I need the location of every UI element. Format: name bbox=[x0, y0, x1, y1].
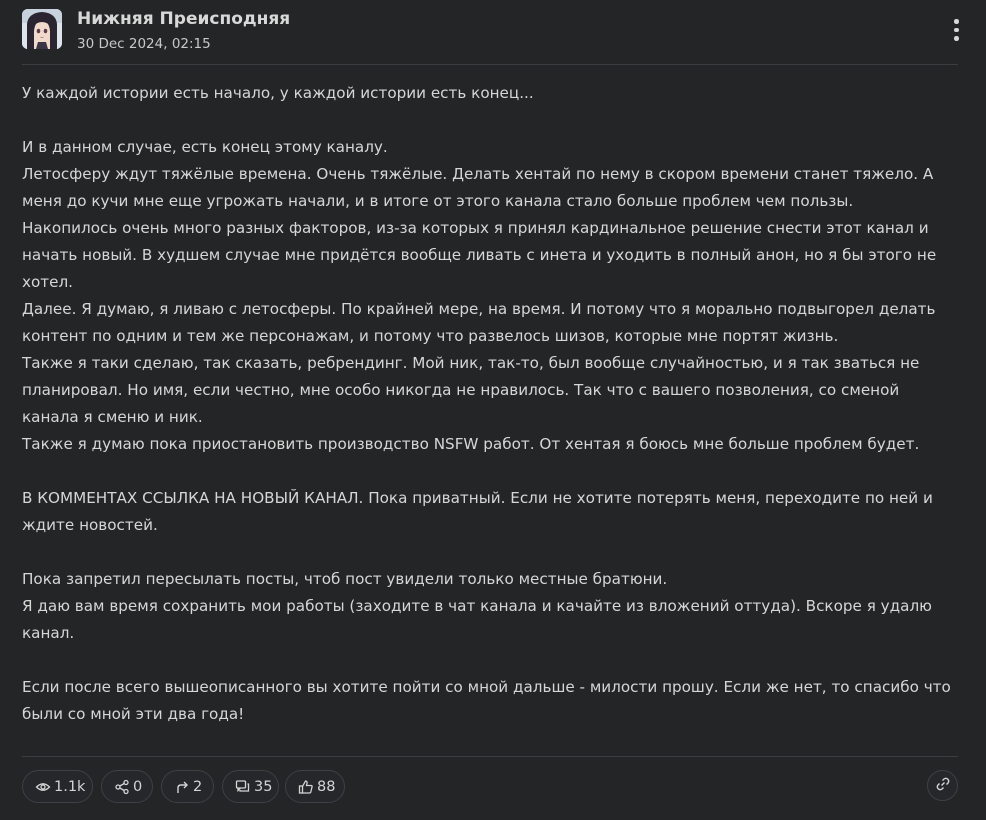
menu-dot bbox=[954, 36, 959, 41]
link-icon bbox=[935, 776, 951, 796]
paragraph-spacer bbox=[22, 458, 958, 485]
comments-icon bbox=[235, 779, 251, 795]
anime-girl-avatar-icon bbox=[22, 9, 62, 49]
channel-name[interactable]: Нижняя Преисподняя bbox=[77, 8, 290, 30]
eye-icon bbox=[35, 779, 51, 795]
channel-post: Нижняя Преисподняя 30 Dec 2024, 02:15 У … bbox=[0, 0, 986, 820]
views-count: 1.1k bbox=[54, 778, 86, 795]
forward-arrow-icon bbox=[174, 779, 190, 795]
forwards-count: 2 bbox=[193, 778, 203, 795]
copy-link-button[interactable] bbox=[927, 770, 958, 801]
post-paragraph: Пока запретил пересылать посты, чтоб пос… bbox=[22, 570, 668, 588]
post-paragraph: Накопилось очень много разных факторов, … bbox=[22, 219, 941, 291]
post-paragraph: Если после всего вышеописанного вы хотит… bbox=[22, 678, 956, 723]
post-header: Нижняя Преисподняя 30 Dec 2024, 02:15 bbox=[22, 8, 962, 58]
footer-divider bbox=[22, 756, 958, 757]
post-paragraph: У каждой истории есть начало, у каждой и… bbox=[22, 84, 534, 102]
forwards-counter[interactable]: 2 bbox=[161, 770, 214, 803]
thumbs-up-icon bbox=[298, 779, 314, 795]
menu-dot bbox=[954, 19, 959, 24]
menu-dot bbox=[954, 27, 959, 32]
comments-counter[interactable]: 35 bbox=[222, 770, 279, 803]
likes-count: 88 bbox=[317, 778, 336, 795]
views-counter[interactable]: 1.1k bbox=[22, 770, 93, 803]
paragraph-spacer bbox=[22, 107, 958, 134]
comments-count: 35 bbox=[254, 778, 273, 795]
shares-counter[interactable]: 0 bbox=[101, 770, 153, 803]
post-paragraph: Летосферу ждут тяжёлые времена. Очень тя… bbox=[22, 165, 939, 210]
shares-count: 0 bbox=[133, 778, 143, 795]
channel-avatar[interactable] bbox=[22, 9, 62, 49]
post-paragraph: Далее. Я думаю, я ливаю с летосферы. По … bbox=[22, 300, 941, 345]
post-paragraph: Также я думаю пока приостановить произво… bbox=[22, 435, 920, 453]
paragraph-spacer bbox=[22, 539, 958, 566]
header-divider bbox=[22, 64, 958, 65]
post-text: У каждой истории есть начало, у каждой и… bbox=[22, 80, 958, 728]
post-paragraph: Также я таки сделаю, так сказать, ребрен… bbox=[22, 354, 925, 426]
post-paragraph: Я даю вам время сохранить мои работы (за… bbox=[22, 597, 937, 642]
post-paragraph: И в данном случае, есть конец этому кана… bbox=[22, 138, 388, 156]
vertical-dots-icon[interactable] bbox=[944, 18, 968, 42]
post-date: 30 Dec 2024, 02:15 bbox=[77, 36, 211, 52]
share-icon bbox=[114, 779, 130, 795]
post-paragraph: В КОММЕНТАХ ССЫЛКА НА НОВЫЙ КАНАЛ. Пока … bbox=[22, 489, 938, 534]
paragraph-spacer bbox=[22, 647, 958, 674]
likes-counter[interactable]: 88 bbox=[285, 770, 345, 803]
